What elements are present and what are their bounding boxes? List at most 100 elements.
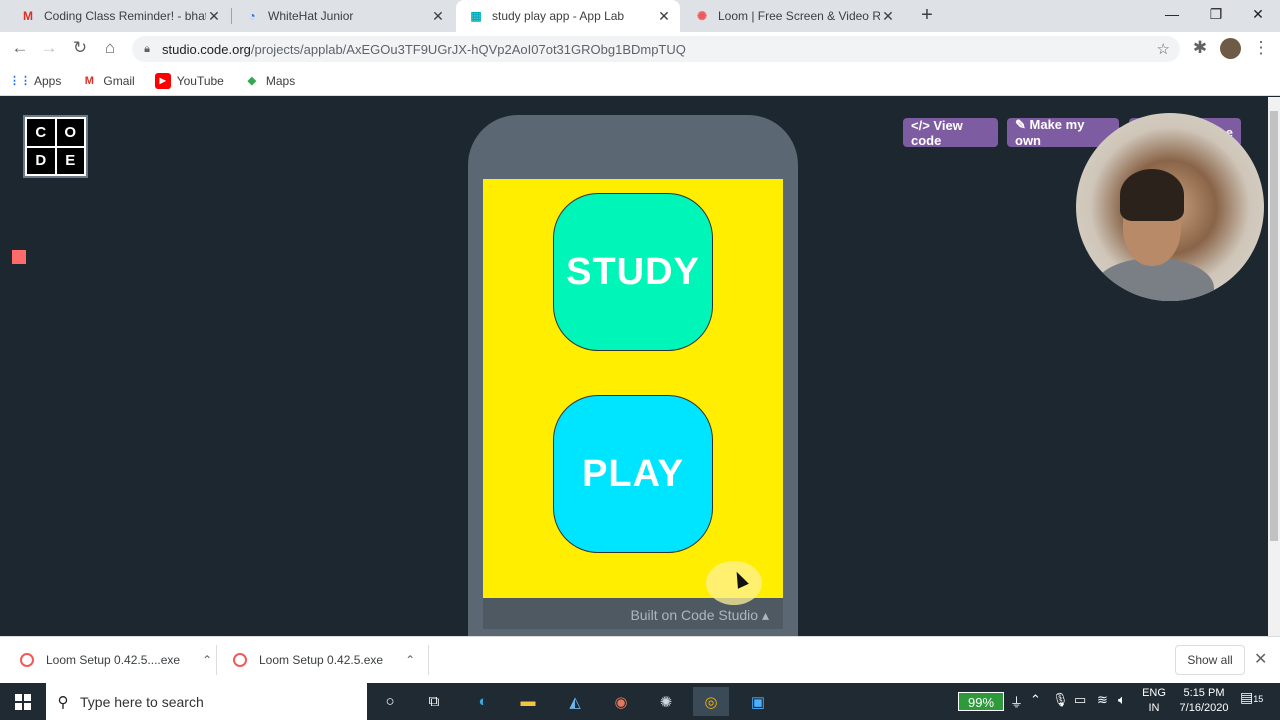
close-icon[interactable]: ✕: [206, 8, 222, 25]
start-button[interactable]: [0, 683, 46, 720]
home-icon[interactable]: ⌂: [99, 38, 121, 58]
search-icon: ⚲: [57, 693, 69, 711]
whitehat-icon: ◔: [248, 9, 256, 23]
page-content: C O D E STUDY PLAY Built on Code Studio …: [0, 97, 1268, 636]
close-icon[interactable]: ✕: [430, 8, 446, 25]
file-explorer-icon[interactable]: ▬: [510, 687, 546, 716]
applab-icon: ▦: [470, 9, 482, 23]
bookmark-label: Apps: [34, 73, 62, 88]
app-icon[interactable]: ◭: [557, 687, 593, 716]
download-item[interactable]: Loom Setup 0.42.5....exe ⌃: [20, 637, 212, 683]
study-button[interactable]: STUDY: [553, 193, 713, 351]
app-icon[interactable]: ◉: [603, 687, 639, 716]
maximize-button[interactable]: ❐: [1194, 0, 1238, 30]
show-all-button[interactable]: Show all: [1175, 645, 1245, 675]
microphone-icon[interactable]: 🎙︎: [1052, 692, 1069, 708]
downloads-bar: Loom Setup 0.42.5....exe ⌃ Loom Setup 0.…: [0, 636, 1280, 683]
notification-count: 15: [1253, 694, 1264, 704]
search-placeholder: Type here to search: [80, 693, 204, 710]
bookmark-apps[interactable]: ⋮⋮ Apps: [9, 73, 62, 89]
youtube-icon: ▶: [154, 72, 171, 89]
address-bar[interactable]: 🔒︎ studio.code.org/projects/applab/AxEGO…: [132, 36, 1180, 62]
close-icon[interactable]: ✕: [880, 8, 896, 25]
webcam-overlay: [1076, 113, 1264, 301]
close-icon[interactable]: ✕: [1254, 649, 1267, 669]
maps-icon: ◆: [247, 75, 257, 87]
loom-icon: [233, 653, 247, 667]
close-icon[interactable]: ✕: [656, 8, 672, 25]
clock-date: 7/16/2020: [1179, 702, 1229, 714]
gmail-icon: M: [23, 9, 33, 23]
taskbar-search[interactable]: ⚲ Type here to search: [46, 683, 367, 720]
avatar[interactable]: [1220, 38, 1241, 59]
bookmark-label: YouTube: [176, 73, 224, 88]
bookmark-label: Gmail: [103, 73, 135, 88]
loom-icon: [20, 653, 34, 667]
divider: [428, 645, 429, 675]
tab-title: WhiteHat Junior: [268, 9, 354, 23]
clock[interactable]: 5:15 PM 7/16/2020: [1174, 686, 1234, 716]
download-filename: Loom Setup 0.42.5.exe: [259, 653, 384, 667]
app-icon[interactable]: ▣: [740, 687, 776, 716]
bookmarks-bar: ⋮⋮ Apps M Gmail ▶ YouTube ◆ Maps: [0, 66, 1280, 96]
cortana-icon[interactable]: ○: [372, 687, 408, 716]
tab-title: Coding Class Reminder! - bhatias: [44, 9, 206, 23]
close-window-button[interactable]: ✕: [1236, 0, 1280, 30]
lang-region: IN: [1148, 702, 1160, 714]
browser-toolbar: ← → ↻ ⌂ 🔒︎ studio.code.org/projects/appl…: [0, 32, 1280, 66]
extensions-icon[interactable]: ✱: [1189, 38, 1211, 58]
minimize-button[interactable]: —: [1150, 0, 1194, 30]
reload-icon[interactable]: ↻: [69, 38, 91, 58]
back-icon[interactable]: ←: [9, 38, 31, 58]
download-item[interactable]: Loom Setup 0.42.5.exe ⌃: [233, 637, 415, 683]
tab-applab[interactable]: ▦ study play app - App Lab ✕: [456, 0, 680, 32]
forward-icon[interactable]: →: [38, 38, 60, 58]
clock-time: 5:15 PM: [1183, 687, 1225, 699]
bookmark-maps[interactable]: ◆ Maps: [244, 73, 296, 89]
tab-loom[interactable]: ✺ Loom | Free Screen & Video Rec ✕: [682, 0, 904, 32]
volume-icon[interactable]: 🔈︎: [1118, 692, 1126, 708]
star-icon[interactable]: ☆: [1157, 40, 1170, 58]
bookmark-gmail[interactable]: M Gmail: [81, 73, 135, 89]
url-path: /projects/applab/AxEGOu3TF9UGrJX-hQVp2Ao…: [250, 41, 686, 57]
tab-whitehat[interactable]: ◔ WhiteHat Junior ✕: [232, 0, 454, 32]
page-scrollbar[interactable]: [1268, 97, 1280, 636]
chevron-up-icon[interactable]: ⌃: [405, 653, 415, 667]
lock-icon: 🔒︎: [144, 42, 150, 55]
stop-icon[interactable]: [12, 250, 26, 264]
app-icon[interactable]: ✺: [648, 687, 684, 716]
new-tab-button[interactable]: +: [915, 4, 939, 27]
code-logo[interactable]: C O D E: [23, 115, 88, 178]
apps-grid-icon: ⋮⋮: [9, 75, 31, 87]
tab-strip: M Coding Class Reminder! - bhatias ✕ ◔ W…: [0, 0, 1280, 32]
view-code-button[interactable]: </> View code: [903, 118, 998, 148]
chevron-up-icon[interactable]: ⌃: [1030, 692, 1041, 708]
bookmark-label: Maps: [265, 73, 296, 88]
battery-indicator[interactable]: 99%: [958, 692, 1004, 711]
edge-icon[interactable]: ◐: [465, 687, 501, 716]
scrollbar-thumb[interactable]: [1270, 111, 1278, 541]
bookmark-youtube[interactable]: ▶ YouTube: [154, 72, 224, 89]
task-view-icon[interactable]: ⧉: [416, 687, 452, 716]
chevron-up-icon[interactable]: ⌃: [202, 653, 212, 667]
chrome-icon[interactable]: ◎: [693, 687, 729, 716]
power-icon[interactable]: ⏚: [1010, 692, 1023, 711]
play-button[interactable]: PLAY: [553, 395, 713, 553]
battery-icon[interactable]: ▭: [1074, 692, 1086, 708]
tab-gmail[interactable]: M Coding Class Reminder! - bhatias ✕: [8, 0, 230, 32]
wifi-icon[interactable]: ≋: [1097, 692, 1108, 708]
tab-title: study play app - App Lab: [492, 9, 625, 23]
logo-letter: O: [56, 119, 84, 146]
logo-letter: C: [27, 119, 55, 146]
menu-icon[interactable]: ⋮: [1250, 38, 1272, 58]
gmail-icon: M: [84, 74, 94, 87]
notification-icon[interactable]: ▤15: [1240, 689, 1263, 706]
language-indicator[interactable]: ENG IN: [1140, 686, 1168, 716]
divider: [216, 645, 217, 675]
url-host: studio.code.org: [162, 41, 251, 57]
lang-code: ENG: [1142, 687, 1166, 699]
logo-letter: D: [27, 147, 55, 174]
webcam-person-hair: [1120, 169, 1184, 221]
app-screen: STUDY PLAY: [483, 179, 783, 598]
windows-taskbar: ⚲ Type here to search ○ ⧉ ◐ ▬ ◭ ◉ ✺ ◎ ▣ …: [0, 683, 1280, 720]
